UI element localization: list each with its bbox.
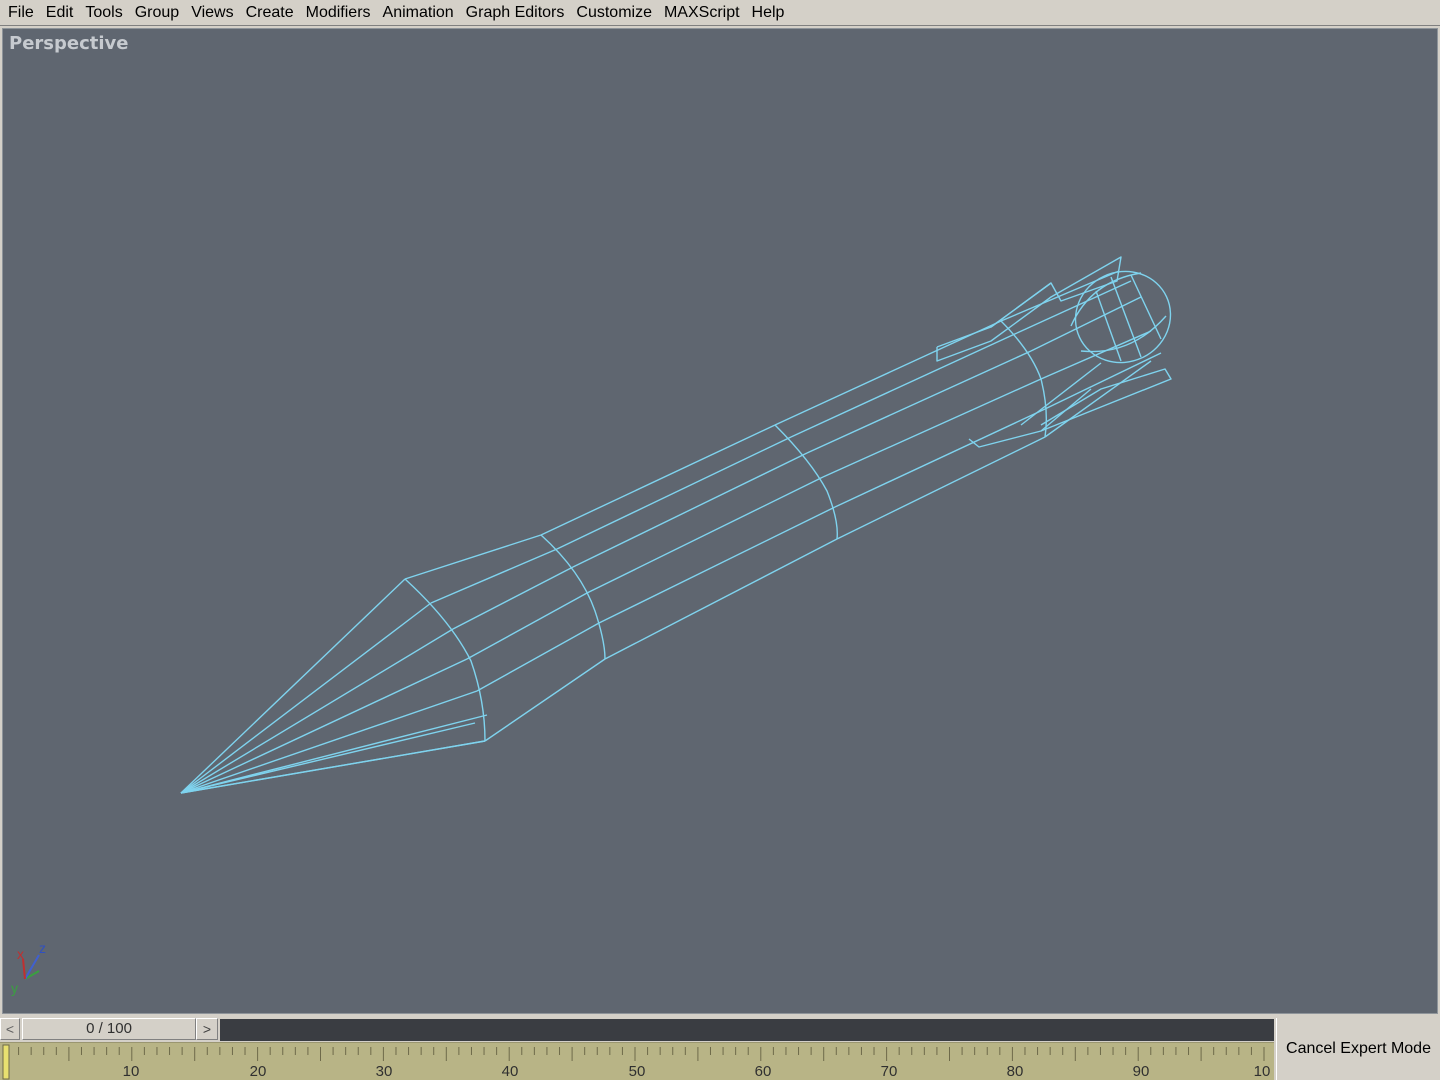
axis-z-label: z <box>39 940 46 956</box>
menu-create[interactable]: Create <box>242 1 302 25</box>
menu-file[interactable]: File <box>4 1 42 25</box>
menu-group[interactable]: Group <box>131 1 187 25</box>
menu-modifiers[interactable]: Modifiers <box>302 1 379 25</box>
menu-edit[interactable]: Edit <box>42 1 82 25</box>
menu-customize[interactable]: Customize <box>572 1 660 25</box>
ruler-label: 50 <box>628 1063 646 1080</box>
ruler-label: 10 <box>122 1063 140 1080</box>
ruler-label: 10 <box>1253 1063 1271 1080</box>
ruler-label: 80 <box>1006 1063 1024 1080</box>
axis-gizmo-icon <box>22 954 40 980</box>
cancel-expert-mode-button[interactable]: Cancel Expert Mode <box>1276 1018 1440 1080</box>
axis-y-label: y <box>11 980 18 996</box>
axis-x-label: x <box>17 946 24 962</box>
ruler-label: 30 <box>375 1063 393 1080</box>
ruler-label: 90 <box>1132 1063 1150 1080</box>
ruler-label: 40 <box>501 1063 519 1080</box>
rocket-wireframe: x z y <box>11 256 1172 996</box>
time-slider-bar: < 0 / 100 > <box>0 1016 1274 1042</box>
time-slider-track[interactable] <box>220 1019 1274 1041</box>
previous-frame-button[interactable]: < <box>0 1018 20 1040</box>
menu-tools[interactable]: Tools <box>81 1 130 25</box>
menu-help[interactable]: Help <box>748 1 793 25</box>
current-frame-marker <box>2 1044 10 1080</box>
time-slider[interactable]: 0 / 100 <box>22 1018 196 1040</box>
menu-animation[interactable]: Animation <box>379 1 462 25</box>
ruler-label: 60 <box>754 1063 772 1080</box>
next-frame-button[interactable]: > <box>196 1018 218 1040</box>
track-bar[interactable]: 10 20 30 40 50 60 70 80 90 10 <box>0 1042 1274 1080</box>
menu-graph-editors[interactable]: Graph Editors <box>462 1 573 25</box>
menu-bar: File Edit Tools Group Views Create Modif… <box>0 0 1440 26</box>
ruler-label: 70 <box>880 1063 898 1080</box>
menu-maxscript[interactable]: MAXScript <box>660 1 748 25</box>
ruler-label: 20 <box>249 1063 267 1080</box>
perspective-viewport[interactable]: Perspective x z y <box>2 28 1438 1014</box>
menu-views[interactable]: Views <box>187 1 241 25</box>
